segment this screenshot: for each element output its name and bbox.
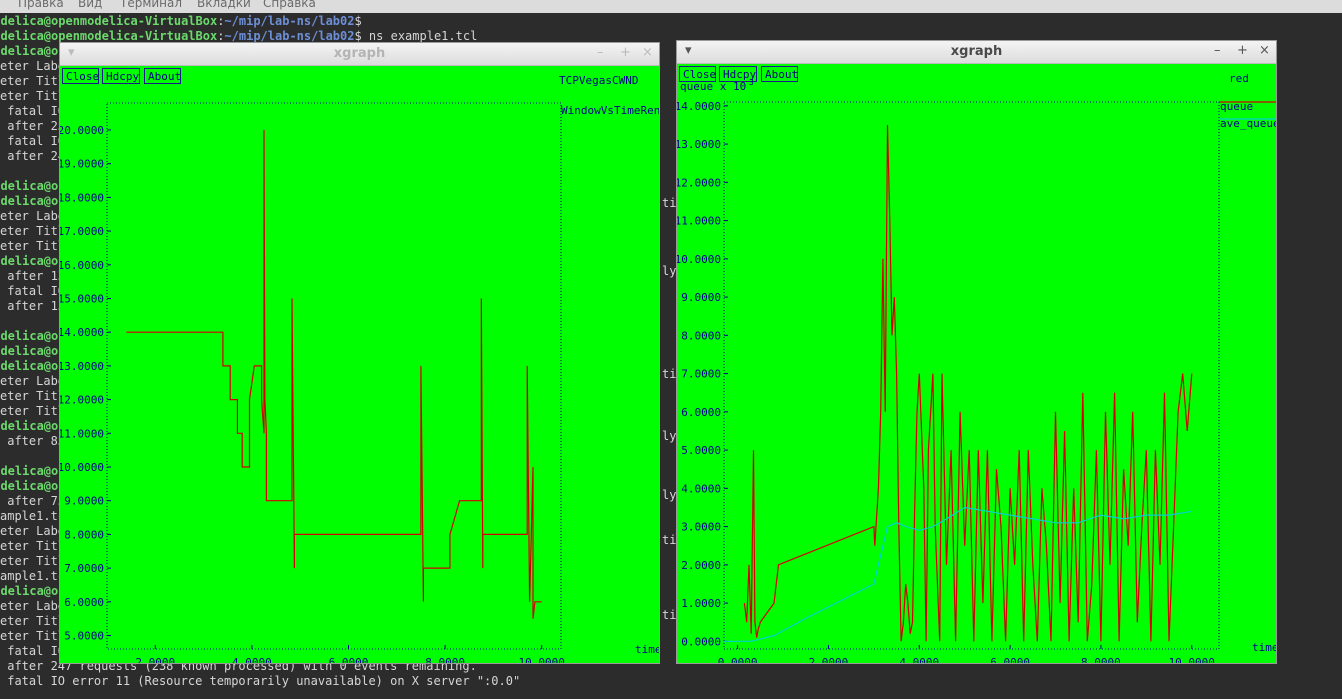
terminal-line: fatal IO error 11 (Resource temporarily … (0, 674, 521, 688)
y-tick-label: 10.0000 (677, 253, 721, 266)
terminal-line: eter Labe (0, 524, 66, 538)
y-tick-label: 14.0000 (677, 100, 721, 113)
terminal-line: eter Titl (0, 89, 66, 103)
y-tick-label: 5.0000 (64, 630, 104, 643)
y-tick-label: 16.0000 (60, 259, 104, 272)
xgraph-window-queue[interactable]: ▾ xgraph – + × Close Hdcpy About 0.0000 1… (676, 40, 1277, 664)
x-axis-label: time (1252, 641, 1277, 654)
y-tick-label: 5.0000 (681, 444, 721, 457)
y-tick-label: 6.0000 (681, 406, 721, 419)
terminal-line: eter Labe (0, 209, 66, 223)
y-tick-label: 13.0000 (677, 138, 721, 151)
terminal-line: eter Titl (0, 539, 66, 553)
terminal-line: after 15 (0, 299, 66, 313)
terminal-line: ample1.tc (0, 509, 66, 523)
terminal-line: eter Titl (0, 614, 66, 628)
y-tick-label: 13.0000 (60, 360, 104, 373)
terminal-line: eter Titl (0, 239, 66, 253)
legend-entry: WindowVsTimeReno (561, 104, 660, 117)
terminal-fragment: ly (662, 488, 677, 502)
x-tick-label: 6.0000 (329, 656, 369, 664)
terminal-line: eter Labe (0, 59, 66, 73)
y-tick-label: 7.0000 (64, 562, 104, 575)
terminal-line: fatal IO (0, 134, 66, 148)
y-axis-label: queue x 10 (680, 80, 746, 93)
legend-title: TCPVegasCWND (559, 74, 638, 87)
series-line-cwnd (126, 129, 542, 619)
queue-plot: 0.0000 1.0000 2.0000 3.0000 4.0000 5.0000 6.00… (677, 72, 1277, 664)
y-tick-label: 11.0000 (60, 427, 104, 440)
y-tick-label: 12.0000 (60, 394, 104, 407)
terminal-line: fatal IO (0, 284, 66, 298)
y-tick-label: 9.0000 (64, 495, 104, 508)
terminal-line: eter Labe (0, 374, 66, 388)
y-tick-label: 8.0000 (681, 329, 721, 342)
x-tick-label: 2.0000 (135, 656, 175, 664)
y-tick-label: 6.0000 (64, 596, 104, 609)
terminal-line: eter Labe (0, 599, 66, 613)
x-tick-label: 8.0000 (1081, 656, 1121, 664)
terminal-menu-item[interactable]: Вкладки (197, 0, 251, 10)
x-tick-label: 0.0000 (718, 656, 758, 664)
legend-entry: queue (1220, 100, 1253, 113)
y-tick-label: 4.0000 (681, 482, 721, 495)
legend-entry: ave_queue (1220, 117, 1277, 130)
terminal-line: after 85 (0, 434, 66, 448)
x-tick-label: 2.0000 (809, 656, 849, 664)
x-tick-label: 4.0000 (899, 656, 939, 664)
terminal-line: eter Titl (0, 554, 66, 568)
terminal-line: after 24 (0, 149, 66, 163)
x-tick-label: 6.0000 (990, 656, 1030, 664)
y-tick-label: 14.0000 (60, 326, 104, 339)
y-tick-label: 7.0000 (681, 368, 721, 381)
y-tick-label: 12.0000 (677, 176, 721, 189)
terminal-menu-item[interactable]: Вид (78, 0, 102, 10)
plot-frame (106, 102, 562, 650)
terminal-fragment: ly (662, 264, 677, 278)
terminal-line: eter Titl (0, 404, 66, 418)
y-tick-label: 8.0000 (64, 528, 104, 541)
y-tick-label: 18.0000 (60, 191, 104, 204)
terminal-menubar: Правка Вид Терминал Вкладки Справка (0, 0, 1342, 13)
terminal-fragment: ti (662, 367, 677, 381)
y-tick-label: 0.0000 (681, 635, 721, 648)
y-tick-label: 1.0000 (681, 597, 721, 610)
terminal-fragment: ly (662, 429, 677, 443)
x-tick-label: 10.0000 (1169, 656, 1215, 664)
x-tick-label: 8.0000 (425, 656, 465, 664)
y-tick-label: 19.0000 (60, 158, 104, 171)
terminal-menu-item[interactable]: Правка (18, 0, 64, 10)
terminal-fragment: ti (662, 533, 677, 547)
terminal-fragment: ti (662, 196, 677, 210)
legend-title: red (1229, 72, 1249, 85)
y-tick-label: 9.0000 (681, 291, 721, 304)
y-axis-label-exponent: 3 (749, 78, 754, 87)
y-tick-label: 11.0000 (677, 215, 721, 228)
y-tick-label: 20.0000 (60, 124, 104, 137)
y-tick-label: 17.0000 (60, 225, 104, 238)
y-tick-label: 3.0000 (681, 521, 721, 534)
terminal-line: eter Titl (0, 74, 66, 88)
terminal-fragment: ti (662, 608, 677, 622)
terminal-line: modelica@openmodelica-VirtualBox:~/mip/l… (0, 14, 362, 28)
terminal-line: eter Titl (0, 224, 66, 238)
cwnd-plot: 5.0000 6.0000 7.0000 8.0000 9.0000 10.0000 11.… (60, 74, 660, 664)
series-line-queue (743, 124, 1193, 642)
x-tick-label: 10.0000 (519, 656, 565, 664)
terminal-menu-item[interactable]: Справка (263, 0, 316, 10)
x-tick-label: 4.0000 (232, 656, 272, 664)
xgraph-window-cwnd[interactable]: ▾ xgraph – + × Close Hdcpy About 5.0000 6… (59, 42, 660, 664)
terminal-line: eter Titl (0, 389, 66, 403)
terminal-line: after 75 (0, 494, 66, 508)
terminal-line: after 13 (0, 269, 66, 283)
y-tick-label: 10.0000 (60, 461, 104, 474)
terminal-menu-item[interactable]: Терминал (120, 0, 182, 10)
y-tick-label: 15.0000 (60, 292, 104, 305)
terminal-line: ample1.tc (0, 569, 66, 583)
terminal-line: fatal IO (0, 104, 66, 118)
terminal-line: after 25 (0, 119, 66, 133)
y-tick-label: 2.0000 (681, 559, 721, 572)
x-axis-label: time (635, 643, 660, 656)
terminal-line: eter Titl (0, 629, 66, 643)
